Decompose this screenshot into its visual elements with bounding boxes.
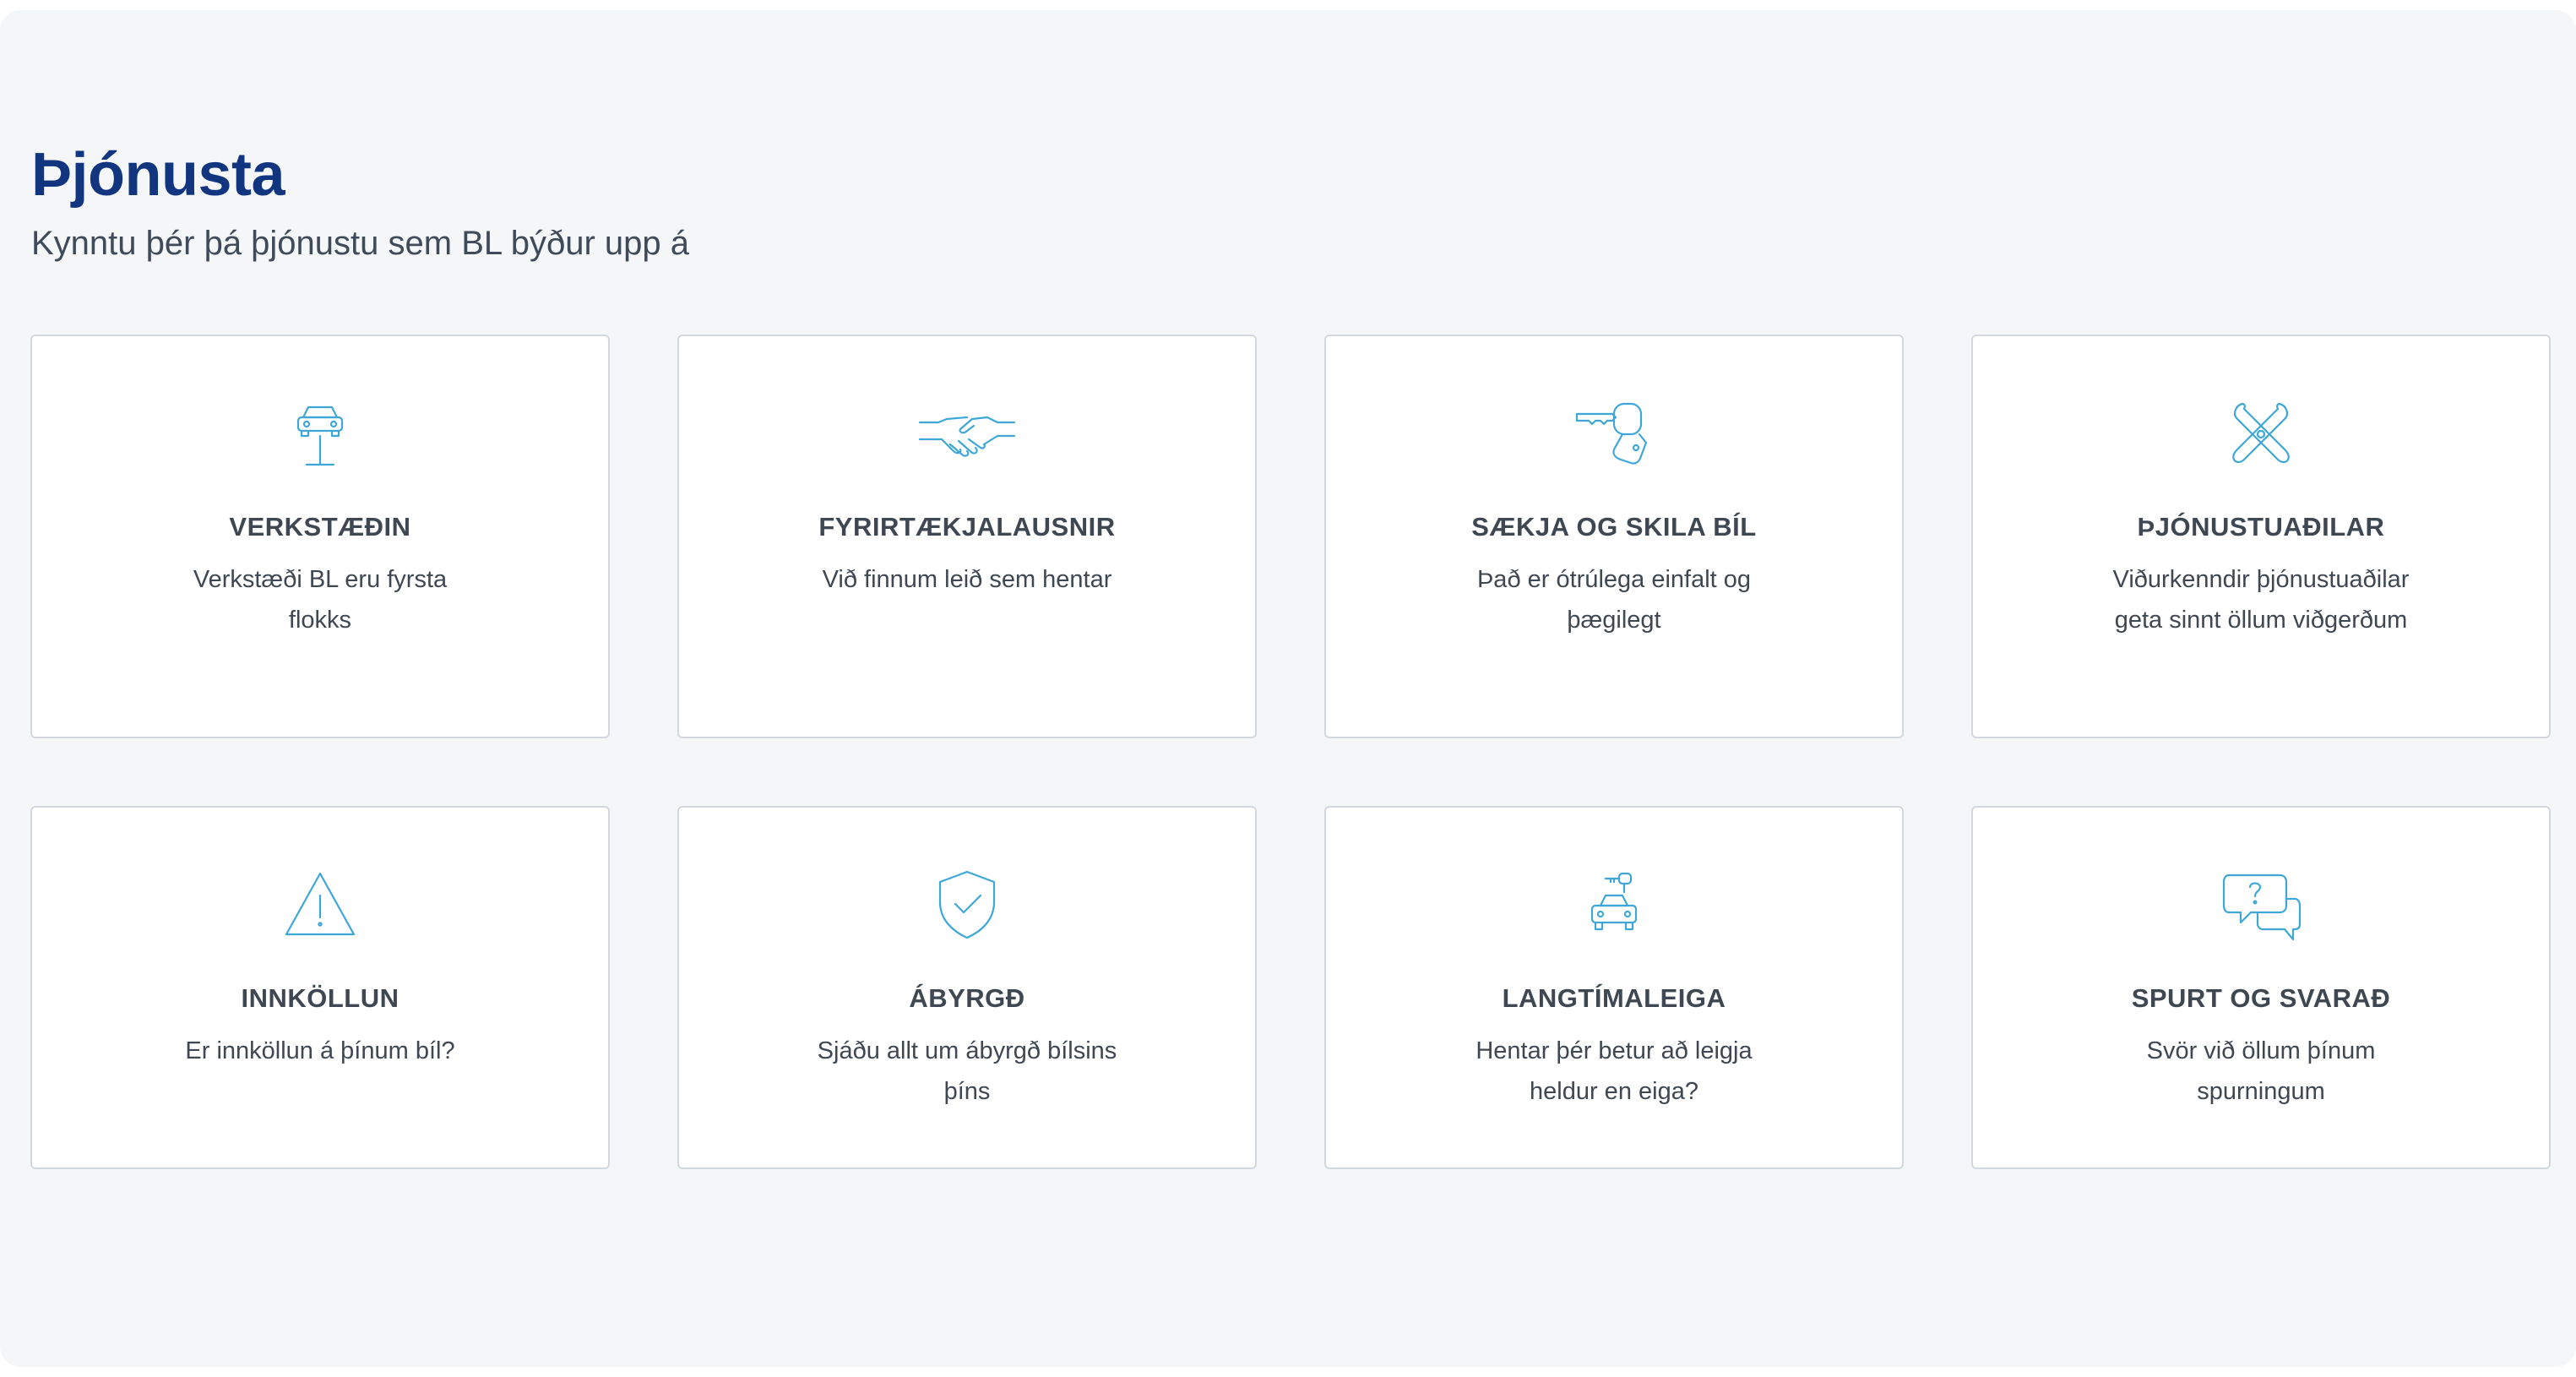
card-description: Það er ótrúlega einfalt og þægilegt (1476, 566, 1752, 634)
card-description: Við finnum leið sem hentar (822, 566, 1112, 593)
card-title: LANGTÍMALEIGA (1502, 983, 1726, 1013)
wrench-tools-icon (2210, 392, 2312, 476)
card-title: VERKSTÆÐIN (229, 512, 411, 542)
page-subtitle: Kynntu þér þá þjónustu sem BL býður upp … (31, 225, 690, 262)
card-title: SPURT OG SVARAÐ (2131, 983, 2391, 1013)
service-card-spurt-og-svarad[interactable]: SPURT OG SVARAÐ Svör við öllum þínum spu… (1971, 806, 2551, 1169)
service-card-saekja-og-skila[interactable]: SÆKJA OG SKILA BÍL Það er ótrúlega einfa… (1324, 335, 1904, 738)
car-with-key-icon (1563, 863, 1665, 948)
card-description: Sjáðu allt um ábyrgð bílsins þíns (817, 1037, 1117, 1105)
question-chat-icon (2210, 863, 2312, 948)
service-card-fyrirtaekjalausnir[interactable]: FYRIRTÆKJALAUSNIR Við finnum leið sem he… (677, 335, 1257, 738)
car-lift-icon (269, 392, 371, 476)
service-card-abyrgd[interactable]: ÁBYRGÐ Sjáðu allt um ábyrgð bílsins þíns (677, 806, 1257, 1169)
card-title: SÆKJA OG SKILA BÍL (1471, 512, 1757, 542)
service-cards-grid: VERKSTÆÐIN Verkstæði BL eru fyrsta flokk… (30, 335, 2552, 1169)
service-card-langtimaleiga[interactable]: LANGTÍMALEIGA Hentar þér betur að leigja… (1324, 806, 1904, 1169)
card-title: ÞJÓNUSTUAÐILAR (2137, 512, 2385, 542)
card-title: FYRIRTÆKJALAUSNIR (818, 512, 1116, 542)
service-card-innkollun[interactable]: INNKÖLLUN Er innköllun á þínum bíl? (30, 806, 610, 1169)
card-description: Hentar þér betur að leigja heldur en eig… (1475, 1037, 1753, 1105)
warning-icon (269, 863, 371, 948)
card-title: ÁBYRGÐ (909, 983, 1025, 1013)
shield-check-icon (916, 863, 1018, 948)
service-card-thjonustuadilar[interactable]: ÞJÓNUSTUAÐILAR Viðurkenndir þjónustuaðil… (1971, 335, 2551, 738)
services-section: Þjónusta Kynntu þér þá þjónustu sem BL b… (0, 10, 2576, 1367)
page-title: Þjónusta (31, 141, 285, 209)
card-description: Viðurkenndir þjónustuaðilar geta sinnt ö… (2112, 566, 2410, 634)
card-title: INNKÖLLUN (241, 983, 399, 1013)
handshake-icon (916, 392, 1018, 476)
card-description: Svör við öllum þínum spurningum (2146, 1037, 2376, 1105)
card-description: Verkstæði BL eru fyrsta flokks (193, 566, 448, 634)
car-key-icon (1563, 392, 1665, 476)
card-description: Er innköllun á þínum bíl? (185, 1037, 455, 1064)
service-card-verkstaedin[interactable]: VERKSTÆÐIN Verkstæði BL eru fyrsta flokk… (30, 335, 610, 738)
